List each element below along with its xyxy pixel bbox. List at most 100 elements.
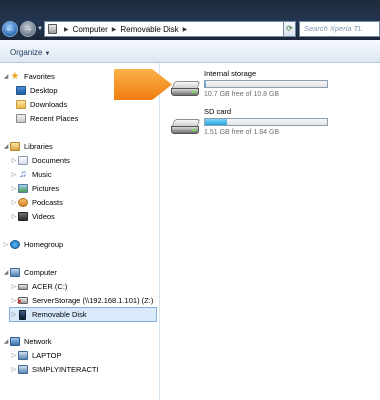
disconnected-network-drive-icon [17,297,28,305]
podcasts-icon [18,198,28,207]
nav-computer[interactable]: ◢ Computer [2,266,57,279]
nav-label: SIMPLYINTERACTI [32,365,99,374]
nav-label: Podcasts [32,198,63,207]
star-icon: ★ [10,71,20,82]
nav-label: Downloads [30,100,68,109]
computer-icon [10,268,20,277]
navigation-pane[interactable]: ◢ ★ Favorites Desktop Downloads Recent P… [0,63,160,400]
nav-favorites[interactable]: ◢ ★ Favorites [2,70,55,83]
breadcrumb-separator-icon[interactable]: ▶ [183,26,188,33]
nav-item-desktop[interactable]: Desktop [16,84,58,97]
collapsed-arrow-icon[interactable]: ▷ [10,199,18,206]
collapsed-arrow-icon[interactable]: ▷ [10,213,18,220]
nav-item-videos[interactable]: ▷ Videos [10,210,55,223]
collapsed-arrow-icon[interactable]: ▷ [10,311,18,318]
libraries-icon [10,142,20,151]
nav-label: ServerStorage (\\192.168.1.101) (Z:) [32,296,154,305]
refresh-button[interactable]: ⟳ [283,21,296,37]
nav-item-documents[interactable]: ▷ Documents [10,154,70,167]
breadcrumb-separator-icon[interactable]: ▶ [112,26,117,33]
drive-sd-card[interactable]: SD card 1.51 GB free of 1.84 GB [171,107,371,143]
command-bar: Organize ▼ [0,40,380,63]
nav-label: Removable Disk [32,310,87,319]
device-icon [48,24,57,34]
collapsed-arrow-icon[interactable]: ▷ [10,352,18,359]
expand-arrow-icon[interactable]: ◢ [2,73,10,80]
collapsed-arrow-icon[interactable]: ▷ [10,171,18,178]
search-input[interactable]: Search Xperia TL [299,21,380,37]
drive-name: Internal storage [204,69,257,78]
nav-item-acer-drive[interactable]: ▷ ACER (C:) [10,280,68,293]
pictures-icon [18,184,28,193]
nav-label: Recent Places [30,114,79,123]
nav-network[interactable]: ◢ Network [2,335,52,348]
network-icon [10,337,20,346]
organize-button[interactable]: Organize ▼ [10,48,50,57]
nav-item-serverstorage[interactable]: ▷ ServerStorage (\\192.168.1.101) (Z:) [10,294,154,307]
nav-label: ACER (C:) [32,282,68,291]
music-icon: ♫ [19,169,27,180]
nav-libraries[interactable]: ◢ Libraries [2,140,53,153]
recent-pages-chevron-icon[interactable]: ▼ [37,26,43,32]
breadcrumb-separator-icon[interactable]: ▶ [64,26,69,33]
drive-free-space: 10.7 GB free of 10.8 GB [204,91,280,98]
computer-icon [18,351,28,360]
nav-label: LAPTOP [32,351,62,360]
nav-item-podcasts[interactable]: ▷ Podcasts [10,196,63,209]
capacity-bar [204,118,328,126]
nav-item-pictures[interactable]: ▷ Pictures [10,182,59,195]
nav-label: Pictures [32,184,60,193]
address-bar[interactable]: ▶ Computer ▶ Removable Disk ▶ [44,21,294,37]
recent-places-icon [16,114,26,123]
drive-free-space: 1.51 GB free of 1.84 GB [204,129,280,136]
homegroup-icon [10,240,20,249]
nav-item-removable-disk[interactable]: ▷ Removable Disk [9,307,157,322]
content-pane[interactable]: Internal storage 10.7 GB free of 10.8 GB… [161,63,380,400]
organize-label: Organize [10,48,43,57]
collapsed-arrow-icon[interactable]: ▷ [10,185,18,192]
nav-label: Videos [32,212,55,221]
expand-arrow-icon[interactable]: ◢ [2,143,10,150]
breadcrumb-removable-disk[interactable]: Removable Disk [120,25,178,34]
drive-icon [18,283,28,290]
back-arrow-icon: ← [5,23,15,34]
hard-drive-icon [171,119,201,136]
collapsed-arrow-icon[interactable]: ▷ [10,157,18,164]
nav-label: Documents [32,156,70,165]
documents-icon [18,156,28,165]
window-title-bar: ← → ▼ ▶ Computer ▶ Removable Disk ▶ ⟳ Se… [0,0,380,40]
nav-label: Computer [24,268,57,277]
forward-arrow-icon: → [23,23,33,34]
computer-icon [18,365,28,374]
refresh-icon: ⟳ [286,24,293,33]
nav-item-music[interactable]: ▷ ♫ Music [10,168,52,181]
downloads-folder-icon [16,100,26,109]
videos-icon [18,212,28,221]
drive-name: SD card [204,107,232,116]
expand-arrow-icon[interactable]: ◢ [2,338,10,345]
nav-item-simplyinteracti[interactable]: ▷ SIMPLYINTERACTI [10,363,99,376]
chevron-down-icon: ▼ [44,51,51,57]
expand-arrow-icon[interactable]: ◢ [2,269,10,276]
nav-label: Favorites [24,72,55,81]
nav-label: Music [32,170,52,179]
nav-label: Desktop [30,86,58,95]
back-button[interactable]: ← [2,21,18,37]
drive-internal-storage[interactable]: Internal storage 10.7 GB free of 10.8 GB [171,69,371,105]
hard-drive-icon [171,81,201,98]
collapsed-arrow-icon[interactable]: ▷ [2,241,10,248]
nav-item-laptop[interactable]: ▷ LAPTOP [10,349,61,362]
desktop-icon [16,86,26,95]
breadcrumb-computer[interactable]: Computer [73,25,108,34]
nav-label: Libraries [24,142,53,151]
device-icon [19,309,26,320]
capacity-bar [204,80,328,88]
nav-label: Network [24,337,52,346]
nav-homegroup[interactable]: ▷ Homegroup [2,238,63,251]
collapsed-arrow-icon[interactable]: ▷ [10,366,18,373]
nav-label: Homegroup [24,240,64,249]
collapsed-arrow-icon[interactable]: ▷ [10,283,18,290]
forward-button[interactable]: → [20,21,36,37]
nav-item-recent-places[interactable]: Recent Places [16,112,78,125]
nav-item-downloads[interactable]: Downloads [16,98,67,111]
